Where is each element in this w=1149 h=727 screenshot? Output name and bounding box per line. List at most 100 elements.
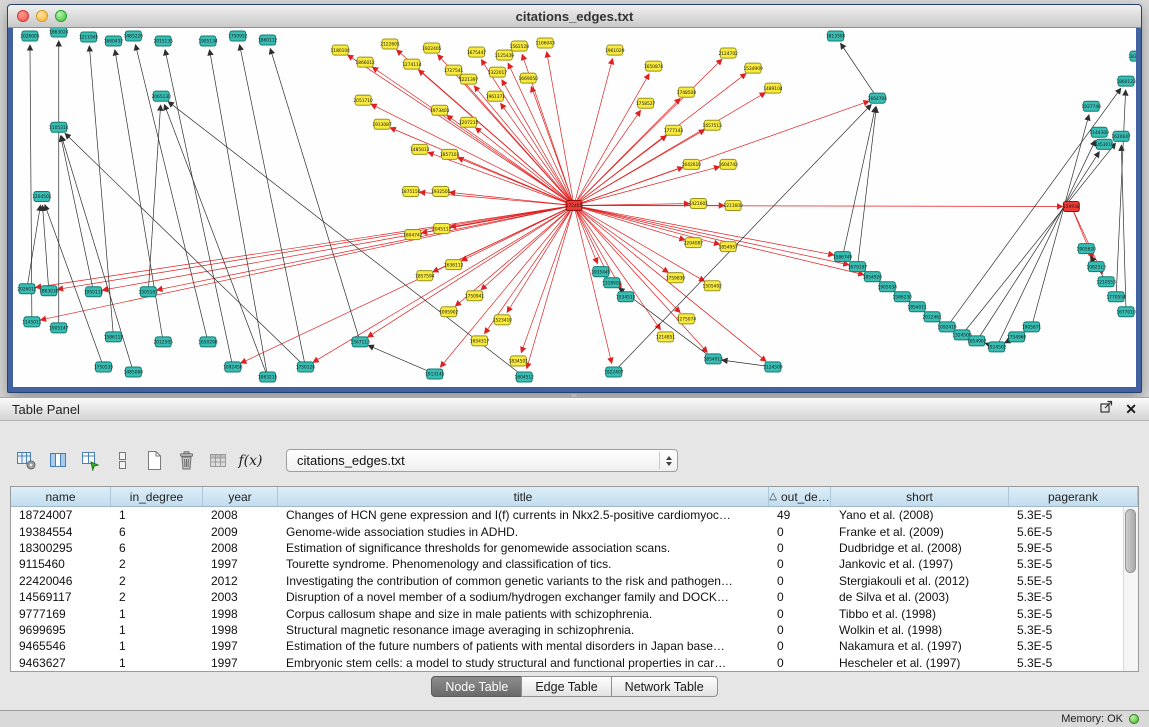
table-cell[interactable]: 2009 [203, 525, 278, 539]
graph-node[interactable]: 2026012 [17, 284, 37, 294]
graph-edge[interactable] [58, 205, 574, 289]
graph-node[interactable]: 1322017 [488, 67, 508, 77]
graph-edge[interactable] [547, 52, 574, 206]
graph-edge[interactable] [857, 107, 876, 267]
graph-node[interactable]: 1210553 [1096, 277, 1116, 287]
graph-node[interactable]: 1485013 [410, 144, 430, 154]
table-cell[interactable]: Tourette syndrome. Phenomenology and cla… [278, 557, 769, 571]
graph-node[interactable]: 1905134 [198, 36, 218, 46]
table-cell[interactable]: 5.3E-5 [1009, 623, 1123, 637]
graph-node[interactable]: 1586230 [893, 292, 913, 302]
table-cell[interactable]: 5.3E-5 [1009, 607, 1123, 621]
graph-node[interactable]: 1813304 [826, 31, 846, 41]
graph-node[interactable]: 1961029 [605, 45, 625, 55]
table-cell[interactable]: 9777169 [11, 607, 111, 621]
graph-node[interactable]: 1854962 [967, 336, 987, 346]
graph-edge[interactable] [1121, 145, 1126, 311]
graph-node[interactable]: 1922407 [604, 367, 624, 377]
table-cell[interactable]: 2 [111, 590, 203, 604]
graph-node[interactable]: 1660432 [104, 36, 124, 46]
graph-node[interactable]: 1863024 [49, 28, 69, 37]
graph-edge[interactable] [240, 45, 306, 367]
graph-edge[interactable] [476, 128, 574, 206]
table-cell[interactable]: 1998 [203, 623, 278, 637]
table-cell[interactable]: Franke et al. (2009) [831, 525, 1009, 539]
graph-node[interactable]: 1489104 [763, 83, 783, 93]
graph-node[interactable]: 1922405 [422, 43, 442, 53]
table-cell[interactable]: 1997 [203, 639, 278, 653]
graph-node[interactable]: 1421601 [689, 198, 709, 208]
graph-edge[interactable] [574, 205, 1062, 206]
graph-node[interactable]: 1505492 [703, 281, 723, 291]
graph-edge[interactable] [43, 205, 49, 290]
table-select-icon[interactable] [78, 448, 103, 473]
column-header-pagerank[interactable]: pagerank [1009, 487, 1138, 506]
graph-node[interactable]: 1727541 [444, 65, 464, 75]
graph-node[interactable]: 2026005 [20, 31, 40, 41]
graph-node[interactable]: 1092450 [223, 362, 243, 372]
table-cell[interactable]: 1997 [203, 557, 278, 571]
minimize-window-icon[interactable] [36, 10, 48, 22]
table-cell[interactable]: 2 [111, 574, 203, 588]
table-cell[interactable]: 5.3E-5 [1009, 508, 1123, 522]
graph-node[interactable]: 1125439 [495, 50, 515, 60]
table-cell[interactable]: 19384554 [11, 525, 111, 539]
graph-node[interactable]: 1777143 [664, 125, 684, 135]
graph-node[interactable]: 1664704 [868, 93, 888, 103]
graph-node[interactable]: 2051710 [353, 95, 373, 105]
graph-node[interactable]: 1679197 [848, 262, 868, 272]
graph-node[interactable]: 1214851 [656, 332, 676, 342]
graph-node[interactable]: 1604743 [718, 159, 738, 169]
memory-status-icon[interactable] [1129, 714, 1139, 724]
table-cell[interactable]: Disruption of a novel member of a sodium… [278, 590, 769, 604]
table-cell[interactable]: 14569117 [11, 590, 111, 604]
graph-node[interactable]: 1620647 [1111, 131, 1131, 141]
graph-node[interactable]: 1677010 [1116, 307, 1136, 317]
table-rows-icon[interactable] [110, 448, 135, 473]
table-cell[interactable]: 9115460 [11, 557, 111, 571]
graph-edge[interactable] [574, 74, 649, 206]
table-cell[interactable]: 1 [111, 639, 203, 653]
graph-node[interactable]: 1875150 [401, 186, 421, 196]
table-cell[interactable]: 1 [111, 508, 203, 522]
table-row[interactable]: 977716911998Corpus callosum shape and si… [11, 605, 1123, 621]
graph-edge[interactable] [1116, 90, 1126, 297]
table-cell[interactable]: 18300295 [11, 541, 111, 555]
table-cell[interactable]: 18724007 [11, 508, 111, 522]
graph-node[interactable]: 1166043 [535, 38, 555, 48]
graph-node[interactable]: 1669050 [519, 73, 539, 83]
graph-node[interactable]: 1770554 [1106, 292, 1126, 302]
graph-edge[interactable] [27, 205, 40, 288]
table-cell[interactable]: Nakamura et al. (1997) [831, 639, 1009, 653]
table-cell[interactable]: Estimation of the future numbers of pati… [278, 639, 769, 653]
graph-edge[interactable] [574, 205, 864, 274]
graph-node[interactable]: 1523410 [493, 315, 513, 325]
table-row[interactable]: 1938455462009Genome-wide association stu… [11, 523, 1123, 539]
function-icon[interactable]: f(x) [238, 448, 263, 473]
graph-node[interactable]: 1913087 [372, 119, 392, 129]
float-panel-icon[interactable] [1100, 400, 1113, 418]
graph-node[interactable]: 1950115 [84, 287, 104, 297]
graph-edge[interactable] [164, 105, 267, 377]
graph-edge[interactable] [30, 45, 32, 322]
table-cell[interactable]: Corpus callosum shape and size in male p… [278, 607, 769, 621]
graph-edge[interactable] [210, 50, 268, 377]
graph-node[interactable]: 1973403 [430, 105, 450, 115]
table-cell[interactable]: 2 [111, 557, 203, 571]
graph-node[interactable]: 1905620 [1077, 244, 1097, 254]
graph-node[interactable]: 1586749 [833, 252, 853, 262]
graph-edge[interactable] [36, 205, 574, 287]
graph-node[interactable]: 1211945 [79, 32, 99, 42]
table-cell[interactable]: Wolkin et al. (1998) [831, 623, 1009, 637]
graph-edge[interactable] [574, 205, 707, 352]
table-cell[interactable]: 22420046 [11, 574, 111, 588]
table-cell[interactable]: Hescheler et al. (1997) [831, 656, 1009, 670]
graph-node[interactable]: 1211600 [723, 200, 743, 210]
graph-node[interactable]: 1675447 [467, 47, 487, 57]
graph-node[interactable]: 2015135 [153, 36, 173, 46]
graph-edge[interactable] [574, 205, 660, 329]
table-scrollbar[interactable] [1123, 507, 1138, 671]
graph-edge[interactable] [368, 205, 574, 337]
table-cell[interactable]: de Silva et al. (2003) [831, 590, 1009, 604]
graph-edge[interactable] [148, 105, 160, 292]
